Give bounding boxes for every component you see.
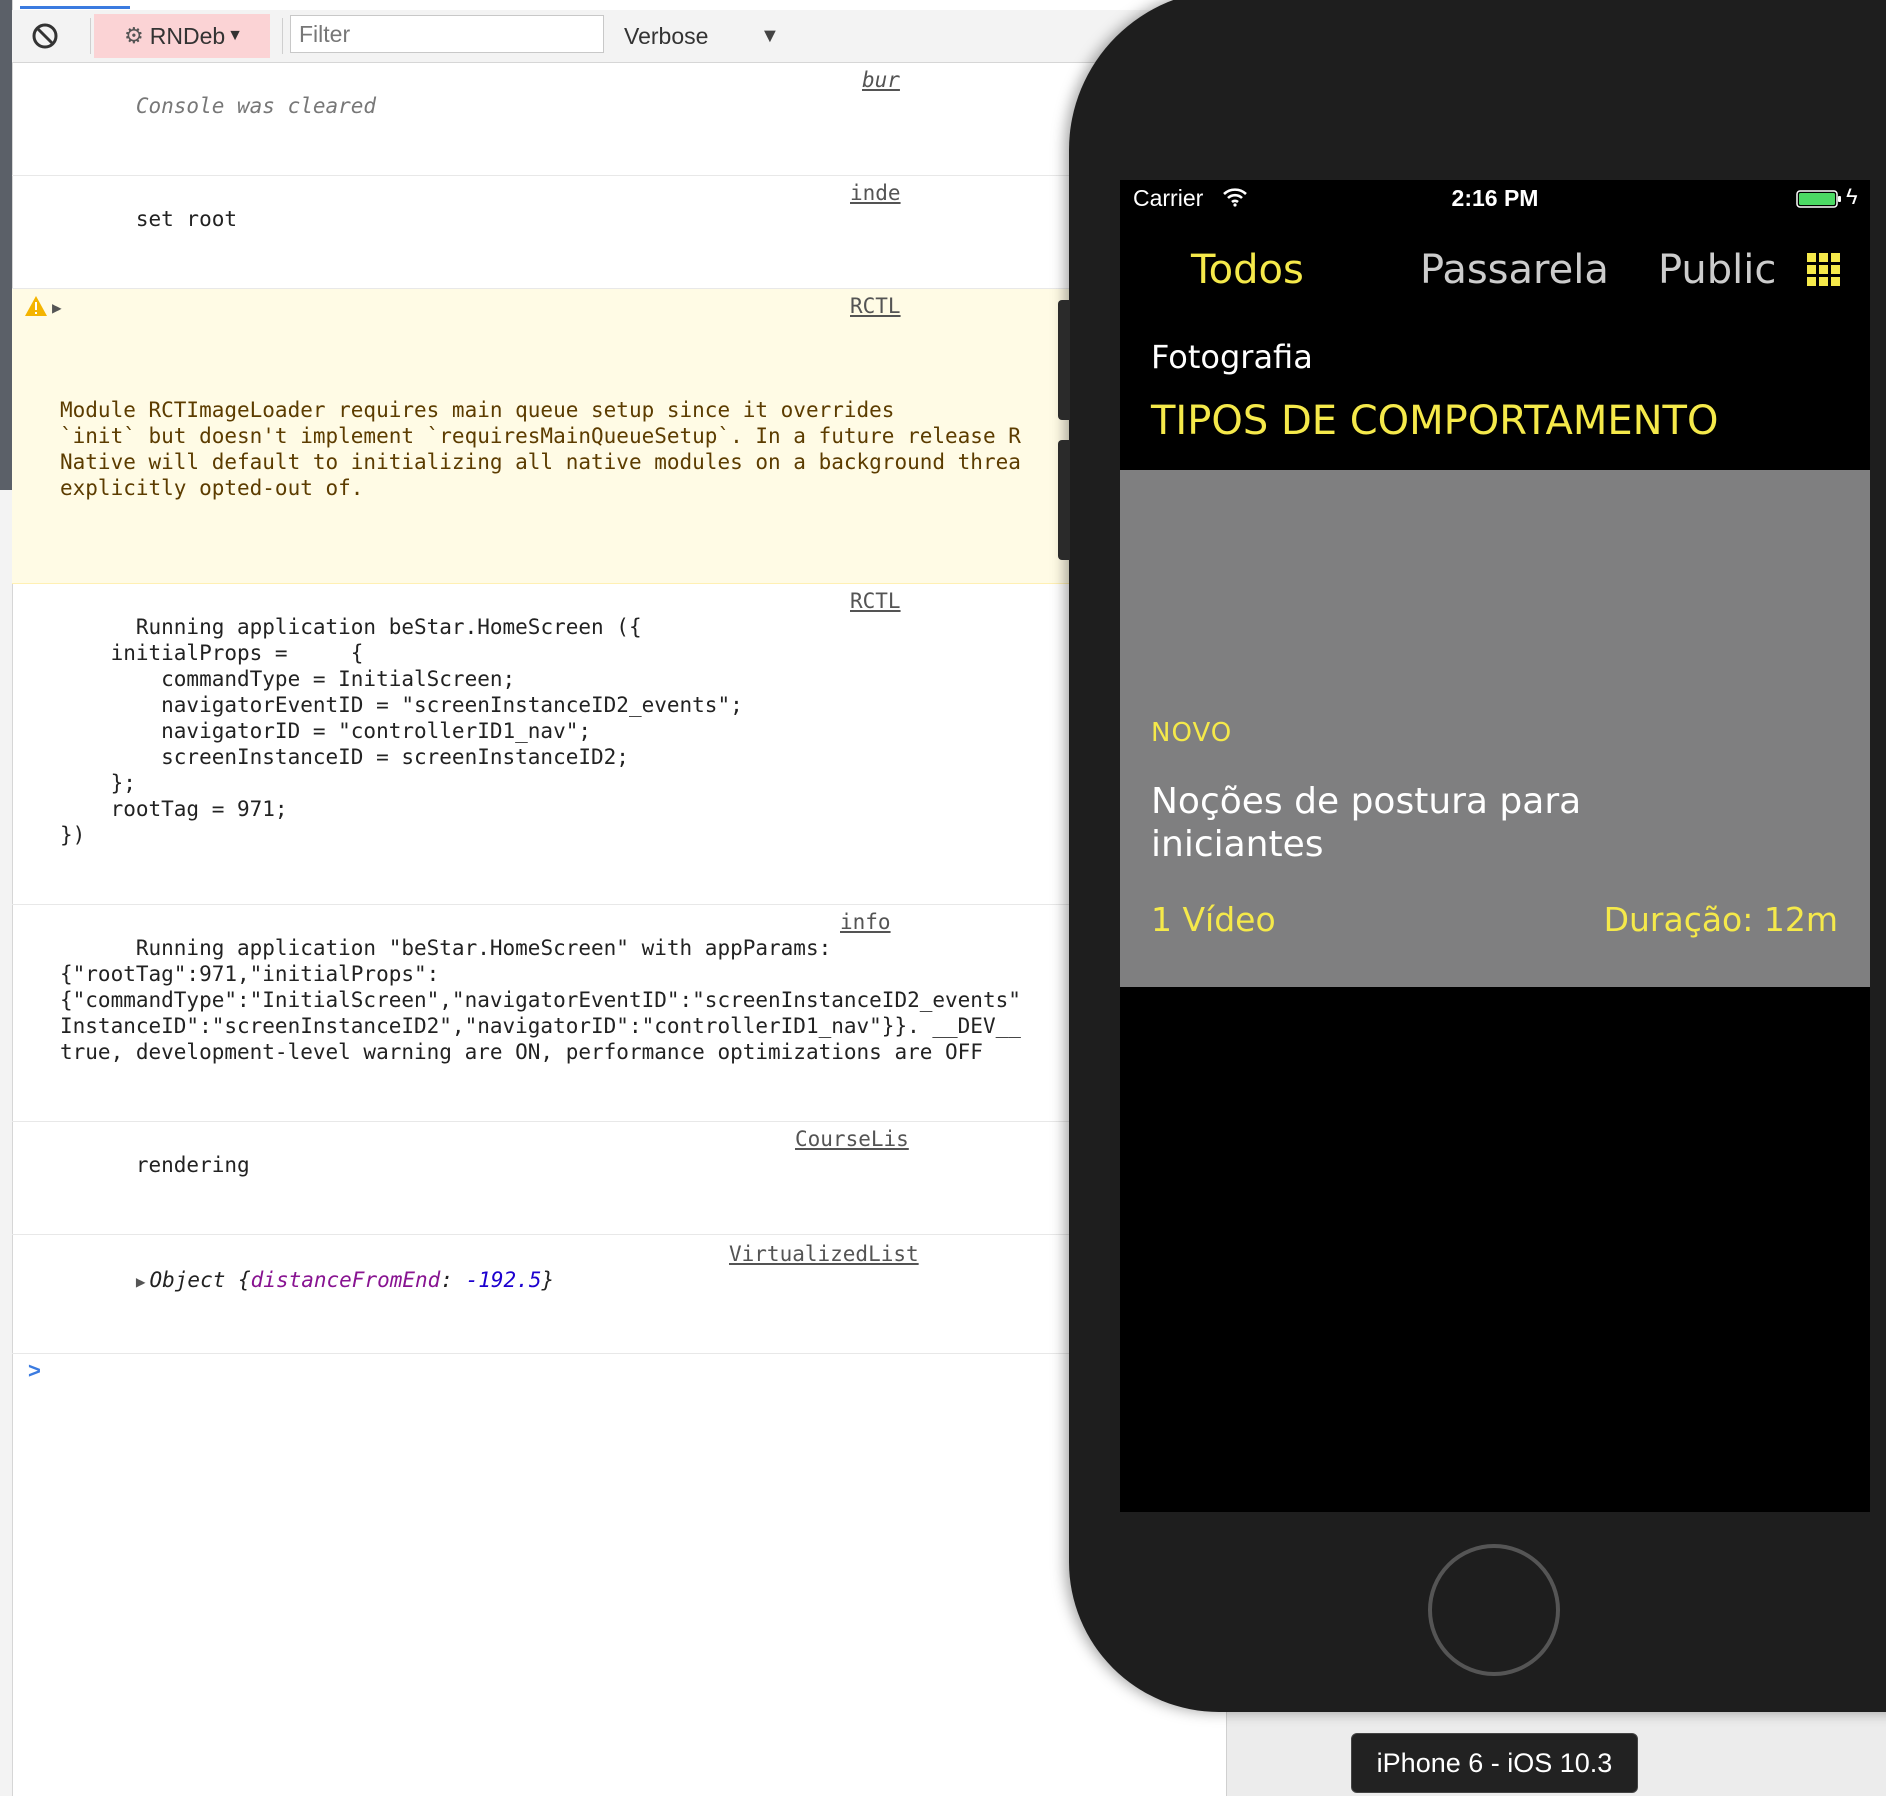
new-badge: NOVO: [1151, 718, 1233, 748]
console-message: Running application "beStar.HomeScreen" …: [12, 905, 1226, 1122]
volume-button: [1058, 440, 1070, 560]
log-level-selector[interactable]: Verbose ▼: [624, 14, 794, 58]
log-level-label: Verbose: [624, 22, 709, 49]
source-link[interactable]: inde: [850, 180, 901, 206]
home-button[interactable]: [1428, 1544, 1560, 1676]
source-link[interactable]: bur: [862, 67, 900, 93]
console-message: Running application beStar.HomeScreen ({…: [12, 584, 1226, 905]
console-prompt[interactable]: >: [12, 1354, 1226, 1388]
charging-icon: ϟ: [1846, 184, 1858, 209]
active-tab-indicator: [20, 6, 130, 9]
source-link[interactable]: info: [840, 909, 891, 935]
console-object-message[interactable]: ▶ Object {distanceFromEnd: -192.5} Virtua…: [12, 1235, 1226, 1354]
status-time: 2:16 PM: [1451, 185, 1539, 211]
console-message: Console was cleared bur: [12, 63, 1226, 176]
object-key: distanceFromEnd: [250, 1268, 441, 1292]
course-title: Noções de postura para iniciantes: [1151, 781, 1582, 865]
console-message: rendering CourseLis: [12, 1122, 1226, 1235]
dropdown-arrow-icon: ▼: [760, 24, 780, 47]
console-warning: ▶ Module RCTImageLoader requires main qu…: [12, 289, 1226, 584]
tab-todos[interactable]: Todos: [1191, 230, 1304, 310]
source-link[interactable]: VirtualizedList: [729, 1241, 919, 1267]
volume-button: [1058, 300, 1070, 420]
console-messages: Console was cleared bur set root inde ▶ …: [12, 63, 1226, 1388]
devtools-panel: ⚙ RNDeb ▼ Verbose ▼ Console was cleared …: [0, 0, 1227, 1796]
grid-menu-icon[interactable]: [1806, 252, 1842, 288]
battery-icon: [1796, 190, 1841, 208]
warning-icon: [25, 296, 47, 316]
source-link[interactable]: CourseLis: [795, 1126, 909, 1152]
clear-console-icon[interactable]: [29, 20, 61, 52]
console-message: set root inde: [12, 176, 1226, 289]
toolbar-divider: [282, 18, 283, 54]
console-toolbar: ⚙ RNDeb ▼ Verbose ▼: [12, 10, 1226, 63]
status-bar: Carrier 2:16 PM ϟ: [1120, 180, 1870, 220]
expand-arrow-icon[interactable]: ▶: [52, 295, 62, 321]
gear-icon: ⚙: [124, 23, 144, 48]
video-count: 1 Vídeo: [1151, 900, 1276, 939]
course-card[interactable]: NOVO Noções de postura para iniciantes 1…: [1120, 470, 1870, 987]
toolbar-divider: [90, 18, 91, 54]
object-value: -192.5: [465, 1268, 542, 1292]
context-selector[interactable]: ⚙ RNDeb ▼: [94, 14, 270, 58]
object-label: Object {: [149, 1268, 251, 1292]
context-label: RNDeb: [149, 22, 226, 49]
section-heading: TIPOS DE COMPORTAMENTO: [1151, 398, 1719, 444]
category-label: Fotografia: [1151, 338, 1313, 376]
chevron-down-icon: ▼: [227, 27, 243, 44]
course-duration: Duração: 12m: [1603, 900, 1838, 939]
prompt-chevron-icon: >: [28, 1358, 41, 1383]
filter-input[interactable]: [290, 15, 604, 53]
source-link[interactable]: RCTL: [850, 588, 901, 614]
tab-bar: Todos Passarela Public: [1120, 230, 1870, 310]
iphone-screen: Carrier 2:16 PM ϟ Todos Passarela Public…: [1120, 180, 1870, 1512]
tab-public[interactable]: Public: [1658, 230, 1776, 310]
simulator-device-label: iPhone 6 - iOS 10.3: [1351, 1733, 1638, 1793]
source-link[interactable]: RCTL: [850, 293, 901, 319]
tab-passarela[interactable]: Passarela: [1420, 230, 1609, 310]
expand-arrow-icon[interactable]: ▶: [136, 1272, 146, 1291]
